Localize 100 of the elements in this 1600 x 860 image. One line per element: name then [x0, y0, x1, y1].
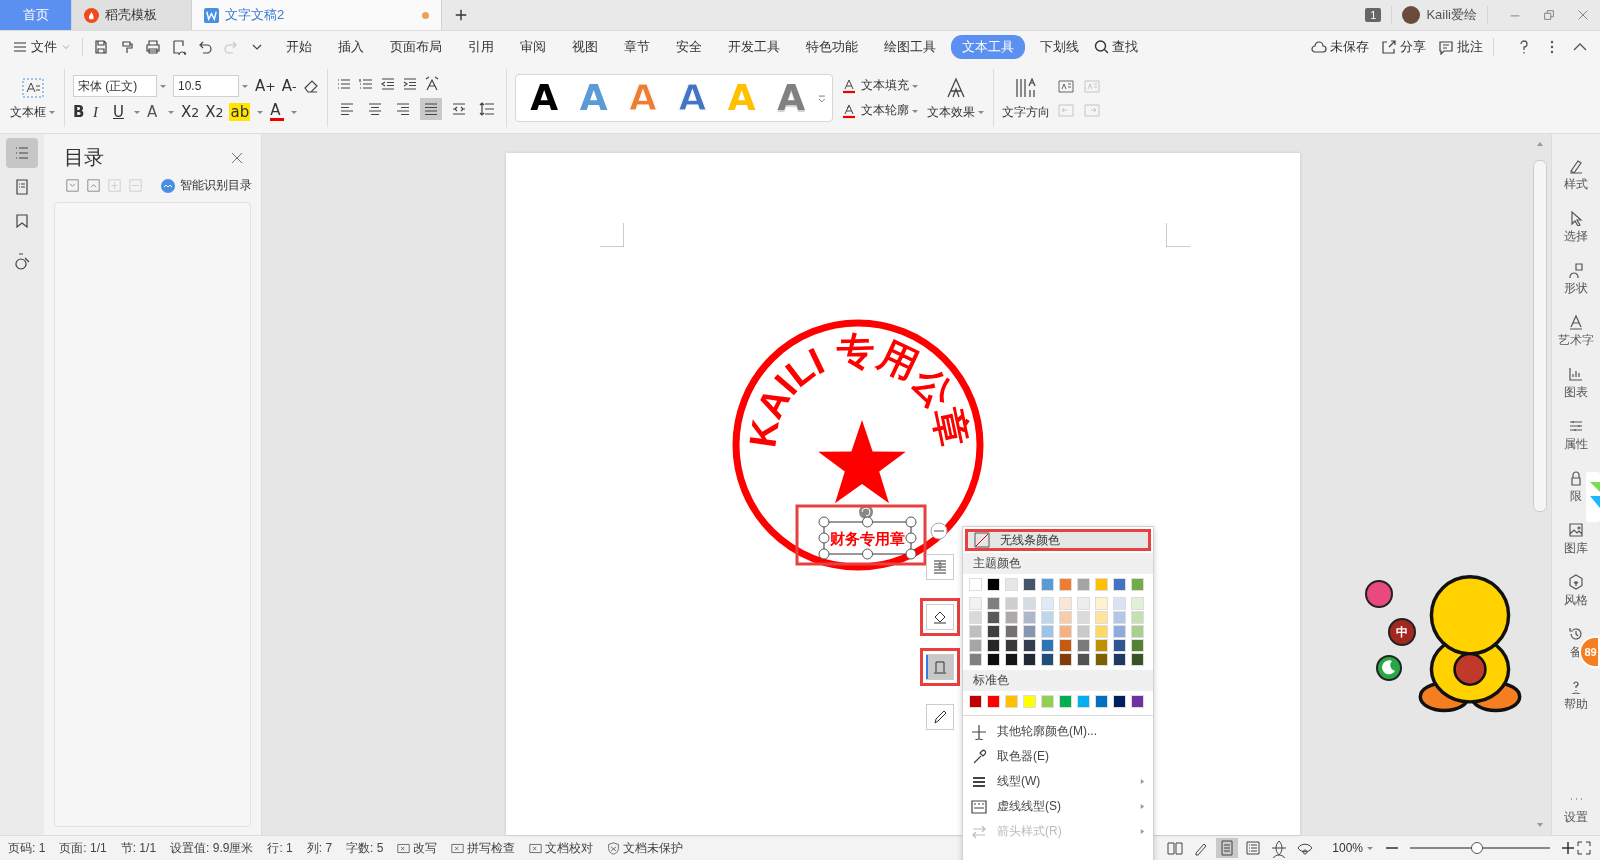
color-swatch[interactable]: [1023, 653, 1036, 666]
color-swatch[interactable]: [1113, 625, 1126, 638]
color-swatch[interactable]: [987, 578, 1000, 591]
fullscreen-icon[interactable]: [1576, 840, 1592, 856]
menu-tab[interactable]: 引用: [457, 35, 505, 59]
search-button[interactable]: 查找: [1112, 38, 1138, 56]
menu-icon[interactable]: [12, 39, 28, 55]
sliders-icon[interactable]: [1568, 418, 1584, 434]
color-swatch[interactable]: [1077, 653, 1090, 666]
sidebar-lock-button[interactable]: 限: [1570, 488, 1582, 505]
color-swatch[interactable]: [1095, 695, 1108, 708]
color-swatch[interactable]: [1059, 639, 1072, 652]
color-swatch[interactable]: [1113, 653, 1126, 666]
more-colors-item[interactable]: 其他轮廓颜色(M)...: [997, 723, 1145, 740]
scroll-up-icon[interactable]: [1536, 140, 1544, 148]
crossed-box-icon[interactable]: [397, 841, 411, 855]
color-swatch[interactable]: [969, 611, 982, 624]
eyedropper-item[interactable]: 取色器(E): [997, 748, 1145, 765]
bullet-list-icon[interactable]: [335, 76, 352, 92]
color-swatch[interactable]: [1005, 695, 1018, 708]
sidebar-backup-button[interactable]: 备: [1570, 644, 1582, 661]
file-menu[interactable]: 文件: [31, 38, 57, 56]
format-painter-icon[interactable]: [119, 39, 135, 55]
color-swatch[interactable]: [987, 597, 1000, 610]
color-swatch[interactable]: [1131, 625, 1144, 638]
color-swatch[interactable]: [1095, 578, 1108, 591]
color-swatch[interactable]: [1131, 695, 1144, 708]
color-swatch[interactable]: [1131, 597, 1144, 610]
no-color-icon[interactable]: [974, 532, 990, 548]
color-swatch[interactable]: [1077, 639, 1090, 652]
color-swatch[interactable]: [1131, 611, 1144, 624]
brush-tool-button[interactable]: [926, 704, 954, 730]
color-swatch[interactable]: [1005, 611, 1018, 624]
color-swatch[interactable]: [1095, 639, 1108, 652]
color-swatch[interactable]: [1095, 597, 1108, 610]
sidebar-art-button[interactable]: 艺术字: [1558, 332, 1594, 349]
window-count-badge[interactable]: 1: [1365, 8, 1382, 22]
color-swatch[interactable]: [1041, 578, 1054, 591]
hexagon-icon[interactable]: [1568, 574, 1584, 590]
color-swatch[interactable]: [987, 695, 1000, 708]
color-swatch[interactable]: [1113, 611, 1126, 624]
color-swatch[interactable]: [1023, 695, 1036, 708]
color-swatch[interactable]: [969, 653, 982, 666]
avatar[interactable]: [1402, 6, 1421, 24]
color-swatch[interactable]: [1059, 578, 1072, 591]
collapse-handle-icon[interactable]: [930, 522, 948, 540]
menu-tab[interactable]: 审阅: [509, 35, 557, 59]
text-fill-button[interactable]: 文本填充: [860, 77, 909, 94]
color-swatch[interactable]: [1059, 653, 1072, 666]
menu-tab[interactable]: 下划线: [1029, 35, 1090, 59]
menu-tab[interactable]: 绘图工具: [873, 35, 947, 59]
menu-tab[interactable]: 页面布局: [379, 35, 453, 59]
color-swatch[interactable]: [1077, 611, 1090, 624]
text-direction-button[interactable]: 文字方向: [1001, 103, 1050, 121]
search-icon[interactable]: [1094, 39, 1110, 55]
outdent-icon[interactable]: [379, 76, 396, 92]
status-toggle[interactable]: 拼写检查: [467, 839, 516, 857]
color-swatch[interactable]: [1077, 625, 1090, 638]
color-swatch[interactable]: [1113, 695, 1126, 708]
protect-button[interactable]: 文档未保护: [623, 839, 684, 857]
lock-icon[interactable]: [1568, 470, 1584, 486]
color-swatch[interactable]: [969, 597, 982, 610]
color-swatch[interactable]: [1005, 578, 1018, 591]
layout-tool-button[interactable]: [926, 554, 954, 580]
menu-tab[interactable]: 安全: [665, 35, 713, 59]
sidebar-props-button[interactable]: 属性: [1564, 436, 1588, 453]
history-icon[interactable]: [1568, 626, 1584, 642]
menu-tab[interactable]: 开始: [275, 35, 323, 59]
color-swatch[interactable]: [1023, 639, 1036, 652]
crossed-box-icon[interactable]: [529, 841, 543, 855]
art-text-icon[interactable]: [1568, 314, 1584, 330]
cloud-button[interactable]: 未保存: [1330, 38, 1369, 56]
char-spacing-icon[interactable]: [423, 76, 440, 92]
undo-icon[interactable]: [197, 39, 213, 55]
color-swatch[interactable]: [1077, 597, 1090, 610]
sidebar-help-button[interactable]: 帮助: [1564, 696, 1588, 713]
color-swatch[interactable]: [1059, 611, 1072, 624]
color-swatch[interactable]: [969, 578, 982, 591]
color-swatch[interactable]: [1077, 578, 1090, 591]
format-button[interactable]: I: [93, 103, 107, 121]
format-button[interactable]: A: [270, 103, 285, 121]
eraser-icon[interactable]: [302, 78, 319, 94]
color-swatch[interactable]: [1023, 625, 1036, 638]
document-tab[interactable]: 文字文稿2: [192, 0, 442, 30]
color-swatch[interactable]: [969, 625, 982, 638]
color-swatch[interactable]: [1095, 625, 1108, 638]
user-name[interactable]: Kaili爱绘: [1426, 6, 1477, 24]
color-swatch[interactable]: [1131, 639, 1144, 652]
text-effect-button[interactable]: 文本效果: [926, 103, 975, 121]
text-outline-icon[interactable]: [840, 102, 857, 119]
numbered-list-icon[interactable]: [357, 76, 374, 92]
cloud-logo-icon[interactable]: [160, 177, 176, 194]
save-icon[interactable]: [93, 39, 109, 55]
format-button[interactable]: A: [147, 103, 161, 121]
color-swatch[interactable]: [1041, 625, 1054, 638]
color-swatch[interactable]: [1131, 578, 1144, 591]
color-swatch[interactable]: [1005, 653, 1018, 666]
color-swatch[interactable]: [1023, 578, 1036, 591]
collapse-icon[interactable]: [66, 179, 79, 192]
textbox-icon[interactable]: [21, 75, 45, 100]
